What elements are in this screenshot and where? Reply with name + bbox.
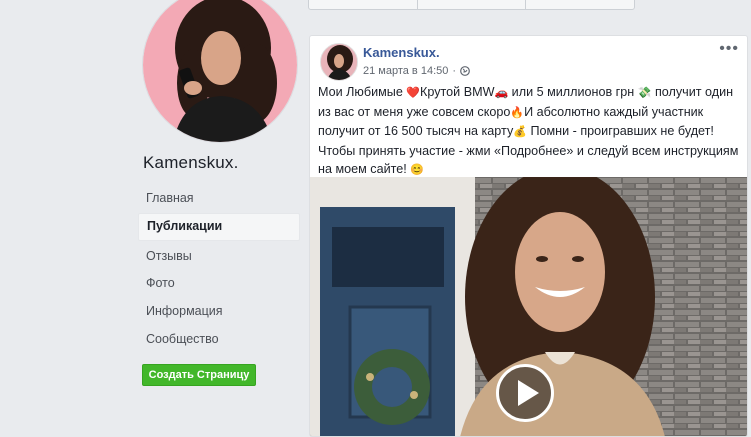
page-name[interactable]: Kamenskux.: [143, 153, 239, 173]
globe-icon[interactable]: [460, 66, 470, 76]
money-emoji: 💸: [637, 87, 652, 99]
post-author-avatar[interactable]: [320, 43, 358, 81]
page-navigation: Главная Публикации Отзывы Фото Информаци…: [138, 185, 300, 354]
nav-item-reviews[interactable]: Отзывы: [138, 243, 300, 269]
smile-emoji: 😊: [410, 164, 424, 177]
post-author-name[interactable]: Kamenskux.: [363, 45, 440, 60]
post-text-part: или 5 миллионов грн: [508, 85, 638, 99]
create-page-button[interactable]: Создать Страницу: [142, 364, 256, 386]
post-timestamp[interactable]: 21 марта в 14:50: [363, 65, 448, 77]
post-text: Мои Любимые ❤️Крутой BMW🚗 или 5 миллионо…: [318, 83, 742, 180]
post-meta: 21 марта в 14:50 ·: [363, 65, 470, 77]
profile-photo-image: [143, 0, 297, 142]
profile-picture[interactable]: [143, 0, 297, 142]
post-card: Kamenskux. 21 марта в 14:50 · ••• Мои Лю…: [309, 35, 748, 437]
tab-strip: [308, 0, 635, 10]
post-text-part: Крутой BMW: [420, 85, 495, 99]
nav-item-community[interactable]: Сообщество: [138, 326, 300, 352]
post-text-part: Мои Любимые: [318, 85, 407, 99]
avatar-image: [321, 44, 357, 80]
more-options-icon[interactable]: •••: [719, 40, 739, 58]
post-video[interactable]: [310, 177, 747, 436]
dot-separator: ·: [452, 65, 457, 77]
money-bag-emoji: 💰: [513, 126, 527, 139]
tab-strip-segment[interactable]: [309, 0, 418, 9]
nav-item-photos[interactable]: Фото: [138, 270, 300, 296]
nav-item-about[interactable]: Информация: [138, 298, 300, 324]
tab-strip-segment[interactable]: [418, 0, 527, 9]
play-button[interactable]: [496, 364, 554, 422]
heart-emoji: ❤️: [406, 87, 421, 99]
car-emoji: 🚗: [494, 87, 509, 99]
tab-strip-segment[interactable]: [526, 0, 634, 9]
nav-item-home[interactable]: Главная: [138, 185, 300, 211]
play-icon: [518, 380, 539, 406]
nav-item-posts[interactable]: Публикации: [138, 212, 300, 241]
fire-emoji: 🔥: [510, 106, 525, 119]
